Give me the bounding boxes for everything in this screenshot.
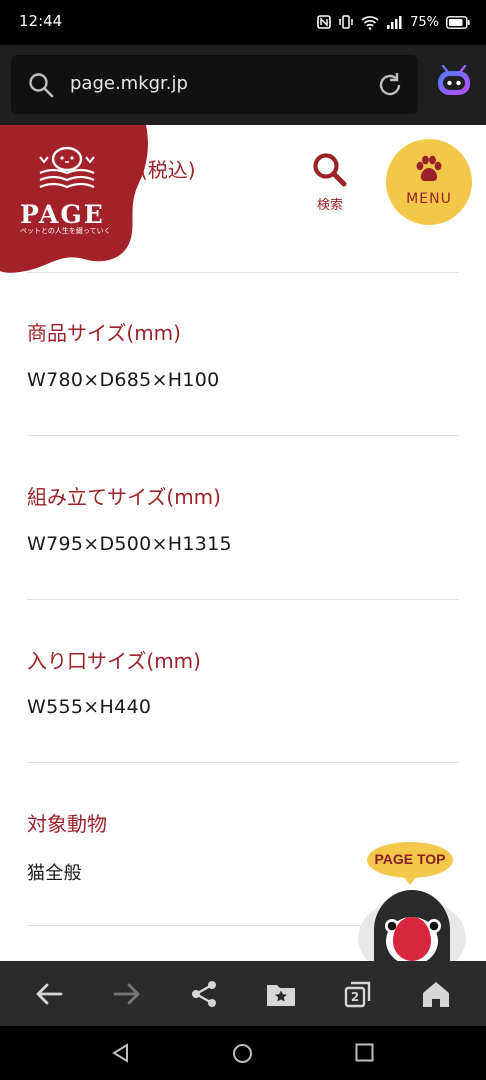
address-bar[interactable]: page.mkgr.jp: [11, 55, 418, 114]
search-icon: [313, 153, 347, 187]
signal-icon: [387, 16, 402, 29]
nav-recents-icon[interactable]: [355, 1043, 374, 1062]
browser-bottom-toolbar: 2: [0, 961, 486, 1026]
spec-label-entrance-size: 入り口サイズ(mm): [27, 649, 201, 673]
browser-toolbar: page.mkgr.jp: [0, 45, 486, 125]
spec-label-product-size: 商品サイズ(mm): [27, 321, 181, 345]
assistant-icon[interactable]: [436, 65, 472, 99]
url-text[interactable]: page.mkgr.jp: [70, 73, 188, 94]
battery-icon: [446, 15, 470, 29]
nav-home-icon[interactable]: [232, 1043, 253, 1064]
spec-value-target-animal: 猫全般: [27, 863, 82, 884]
system-nav-bar: [0, 1026, 486, 1080]
vibrate-icon: [339, 15, 353, 29]
back-arrow-icon[interactable]: [33, 978, 65, 1010]
site-menu-button[interactable]: MENU: [386, 139, 472, 225]
home-icon[interactable]: [420, 978, 452, 1010]
forward-arrow-icon[interactable]: [111, 978, 143, 1010]
site-search-button[interactable]: 検索: [300, 150, 360, 220]
search-icon: [29, 73, 54, 98]
divider: [27, 599, 459, 600]
logo-name: PAGE: [20, 200, 105, 229]
share-icon[interactable]: [188, 978, 220, 1010]
spec-label-target-animal: 対象動物: [27, 812, 107, 836]
wifi-icon: [361, 15, 379, 30]
page-top-label: PAGE TOP: [374, 851, 446, 867]
tabs-button[interactable]: 2: [342, 978, 374, 1010]
reload-icon[interactable]: [376, 71, 404, 99]
search-label: 検索: [316, 198, 343, 213]
status-bar: 12:44 75%: [0, 0, 486, 45]
nav-back-icon[interactable]: [111, 1043, 131, 1063]
site-logo[interactable]: PAGE ペットとの人生を綴っていく: [0, 125, 160, 275]
logo-tagline: ペットとの人生を綴っていく: [20, 227, 111, 235]
spec-value-assembled-size: W795×D500×H1315: [27, 533, 232, 555]
spec-value-product-size: W780×D685×H100: [27, 369, 220, 391]
logo-mascot-icon: [39, 146, 95, 189]
menu-label: MENU: [406, 191, 452, 207]
bookmarks-folder-icon[interactable]: [265, 978, 297, 1010]
battery-percent: 75%: [410, 14, 439, 30]
spec-label-assembled-size: 組み立てサイズ(mm): [27, 485, 221, 509]
paw-icon: [416, 155, 442, 182]
page-content: 格(税込) 商品サイズ(mm) W780×D685×H100 組み立てサイズ(m…: [0, 125, 486, 961]
divider: [27, 762, 459, 763]
status-icons: 75%: [317, 11, 470, 33]
tab-count: 2: [350, 990, 360, 1004]
spec-value-entrance-size: W555×H440: [27, 696, 152, 718]
status-time: 12:44: [19, 12, 63, 30]
page-top-button[interactable]: PAGE TOP: [356, 838, 468, 961]
divider: [27, 435, 459, 436]
nfc-icon: [317, 15, 331, 29]
